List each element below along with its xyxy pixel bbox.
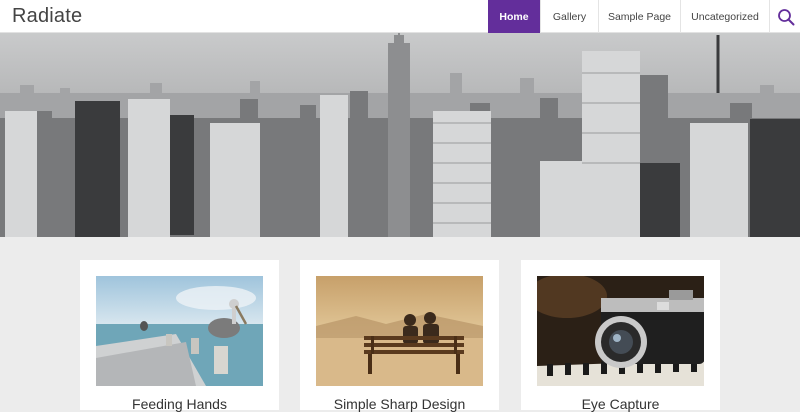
post-thumbnail-camera[interactable] <box>537 276 704 386</box>
site-title[interactable]: Radiate <box>12 5 82 28</box>
site-header: Radiate Home Gallery Sample Page Uncateg… <box>0 0 800 33</box>
post-card: Feeding Hands <box>80 260 279 412</box>
search-button[interactable] <box>769 0 800 33</box>
vintage-camera-image <box>537 276 704 386</box>
post-card: Simple Sharp Design <box>300 260 499 412</box>
city-skyline-illustration <box>0 33 800 237</box>
search-icon <box>777 8 794 25</box>
post-title[interactable]: Eye Capture <box>521 396 720 412</box>
post-title[interactable]: Feeding Hands <box>80 396 279 412</box>
nav-item-home[interactable]: Home <box>488 0 540 33</box>
nav-item-sample-page[interactable]: Sample Page <box>598 0 680 33</box>
hero-image-city-skyline <box>0 33 800 237</box>
nav-item-gallery[interactable]: Gallery <box>540 0 598 33</box>
nav-item-uncategorized[interactable]: Uncategorized <box>680 0 769 33</box>
post-thumbnail-couple[interactable] <box>316 276 483 386</box>
post-card: Eye Capture <box>521 260 720 412</box>
couple-on-bench-image <box>316 276 483 386</box>
main-nav: Home Gallery Sample Page Uncategorized <box>488 0 800 33</box>
post-title[interactable]: Simple Sharp Design <box>300 396 499 412</box>
post-thumbnail-pelican[interactable] <box>96 276 263 386</box>
pelican-on-pier-image <box>96 276 263 386</box>
